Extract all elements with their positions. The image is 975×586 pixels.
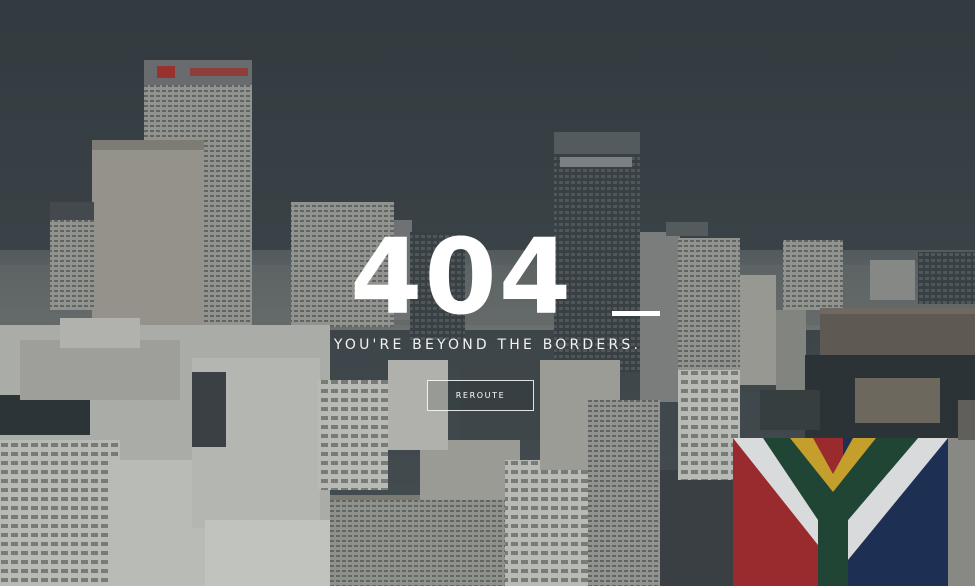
- error-message: YOU'RE BEYOND THE BORDERS.: [333, 337, 642, 353]
- error-code: 404: [350, 216, 574, 338]
- reroute-button[interactable]: REROUTE: [427, 380, 534, 411]
- error-page: 404 YOU'RE BEYOND THE BORDERS. REROUTE: [0, 0, 975, 586]
- blinking-cursor-icon: [612, 311, 660, 316]
- error-content: 404 YOU'RE BEYOND THE BORDERS. REROUTE: [0, 0, 975, 586]
